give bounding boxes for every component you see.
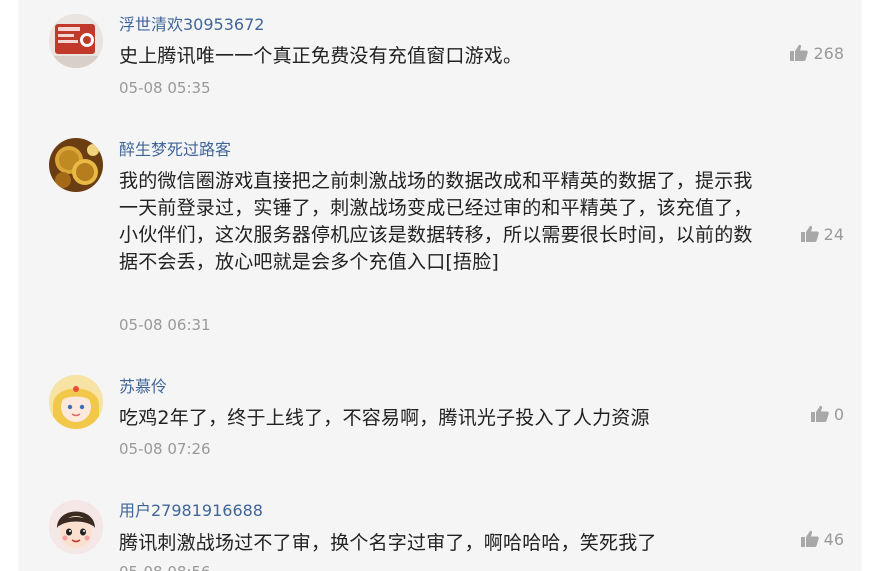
comment-text: 腾讯刺激战场过不了审，换个名字过审了，啊哈哈哈，笑死我了: [119, 532, 657, 554]
anime-girl-avatar-icon[interactable]: [49, 375, 103, 429]
like-count: 46: [823, 529, 844, 549]
comment-time: 05-08 05:35: [119, 79, 211, 97]
like-button[interactable]: 24: [800, 224, 844, 244]
comment-username[interactable]: 浮世清欢30953672: [119, 15, 264, 35]
gold-coins-avatar-icon[interactable]: [49, 138, 103, 192]
like-count: 268: [813, 43, 844, 63]
like-button[interactable]: 46: [800, 529, 844, 549]
card-photo-avatar-icon[interactable]: [49, 14, 103, 68]
comment-username[interactable]: 苏慕伶: [119, 377, 167, 397]
comment-text: 史上腾讯唯一一个真正免费没有充值窗口游戏。: [119, 45, 523, 67]
like-count: 24: [823, 224, 844, 244]
comment-time: 05-08 06:31: [119, 316, 211, 334]
comment-text: 吃鸡2年了，终于上线了，不容易啊，腾讯光子投入了人力资源: [119, 407, 650, 429]
comment-list: 浮世清欢30953672 史上腾讯唯一一个真正免费没有充值窗口游戏。 05-08…: [18, 0, 862, 571]
like-button[interactable]: 268: [789, 43, 844, 63]
comment-time: 05-08 08:56: [119, 562, 211, 571]
comment-time: 05-08 07:26: [119, 440, 211, 458]
thumbs-up-icon: [790, 44, 809, 61]
cartoon-boy-avatar-icon[interactable]: [49, 500, 103, 554]
thumbs-up-icon: [810, 405, 829, 422]
comment-username[interactable]: 用户27981916688: [119, 501, 263, 521]
like-count: 0: [833, 404, 844, 424]
like-button[interactable]: 0: [810, 404, 844, 424]
comment-username[interactable]: 醉生梦死过路客: [119, 140, 231, 160]
thumbs-up-icon: [800, 530, 819, 547]
comment-text: 我的微信圈游戏直接把之前刺激战场的数据改成和平精英的数据了，提示我一天前登录过，…: [119, 170, 753, 273]
thumbs-up-icon: [800, 225, 819, 242]
